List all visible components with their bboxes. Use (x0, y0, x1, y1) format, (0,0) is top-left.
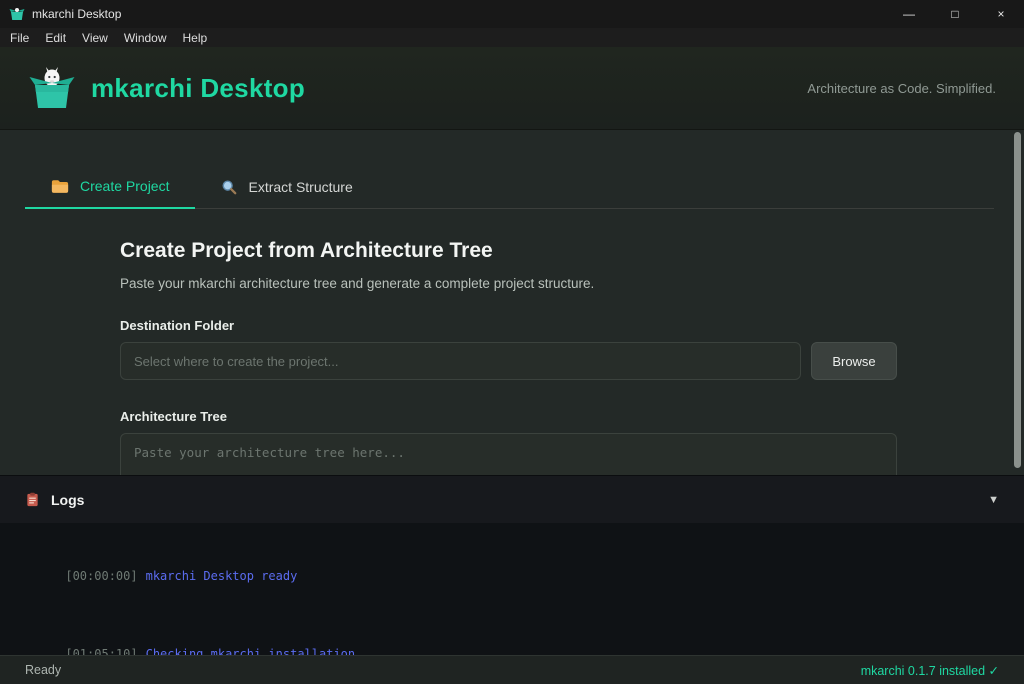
collapse-chevron-icon[interactable]: ▼ (988, 494, 999, 506)
page-title: Create Project from Architecture Tree (120, 239, 994, 263)
app-icon (9, 7, 25, 21)
maximize-button[interactable]: □ (932, 0, 978, 28)
window-controls: — □ × (886, 0, 1024, 28)
menu-window[interactable]: Window (116, 28, 175, 47)
tab-create-project[interactable]: Create Project (25, 165, 195, 209)
logs-output: [00:00:00]mkarchi Desktop ready [01:05:1… (0, 523, 1024, 655)
browse-button[interactable]: Browse (811, 342, 897, 380)
menu-view[interactable]: View (74, 28, 116, 47)
magnifier-icon (221, 179, 237, 195)
folder-icon (51, 179, 69, 194)
app-logo-icon (28, 64, 76, 112)
create-project-panel: Create Project from Architecture Tree Pa… (120, 239, 994, 475)
statusbar: Ready mkarchi 0.1.7 installed ✓ (0, 655, 1024, 684)
app-title: mkarchi Desktop (91, 73, 305, 104)
log-entry: [00:00:00] mkarchi Desktop ready (22, 537, 1002, 615)
titlebar: mkarchi Desktop — □ × (0, 0, 1024, 28)
tab-bar: Create Project Extract Structure (25, 165, 994, 209)
scrollbar-thumb[interactable] (1014, 132, 1021, 468)
destination-input[interactable] (120, 342, 801, 380)
architecture-tree-label: Architecture Tree (120, 409, 994, 424)
minimize-button[interactable]: — (886, 0, 932, 28)
log-timestamp: [00:00:00] (65, 569, 137, 583)
tab-label: Extract Structure (248, 179, 352, 195)
app-header: mkarchi Desktop Architecture as Code. Si… (0, 47, 1024, 130)
menu-file[interactable]: File (2, 28, 37, 47)
menubar: File Edit View Window Help (0, 28, 1024, 47)
destination-folder-label: Destination Folder (120, 318, 994, 333)
main-content: Create Project Extract Structure Create … (0, 130, 1024, 475)
tab-label: Create Project (80, 178, 169, 194)
page-subtitle: Paste your mkarchi architecture tree and… (120, 276, 994, 291)
status-ready: Ready (25, 663, 61, 677)
tab-extract-structure[interactable]: Extract Structure (195, 165, 378, 208)
architecture-tree-input[interactable] (120, 433, 897, 475)
clipboard-icon (25, 492, 40, 507)
menu-edit[interactable]: Edit (37, 28, 74, 47)
menu-help[interactable]: Help (175, 28, 216, 47)
logs-panel-header[interactable]: Logs ▼ (0, 475, 1024, 523)
app-tagline: Architecture as Code. Simplified. (807, 81, 996, 96)
destination-row: Browse (120, 342, 897, 380)
log-message: mkarchi Desktop ready (146, 569, 298, 583)
app-window: mkarchi Desktop — □ × File Edit View Win… (0, 0, 1024, 684)
window-title: mkarchi Desktop (32, 7, 121, 21)
logs-title: Logs (51, 492, 84, 508)
status-version: mkarchi 0.1.7 installed ✓ (861, 663, 999, 678)
scrollbar[interactable] (1013, 132, 1022, 471)
close-button[interactable]: × (978, 0, 1024, 28)
